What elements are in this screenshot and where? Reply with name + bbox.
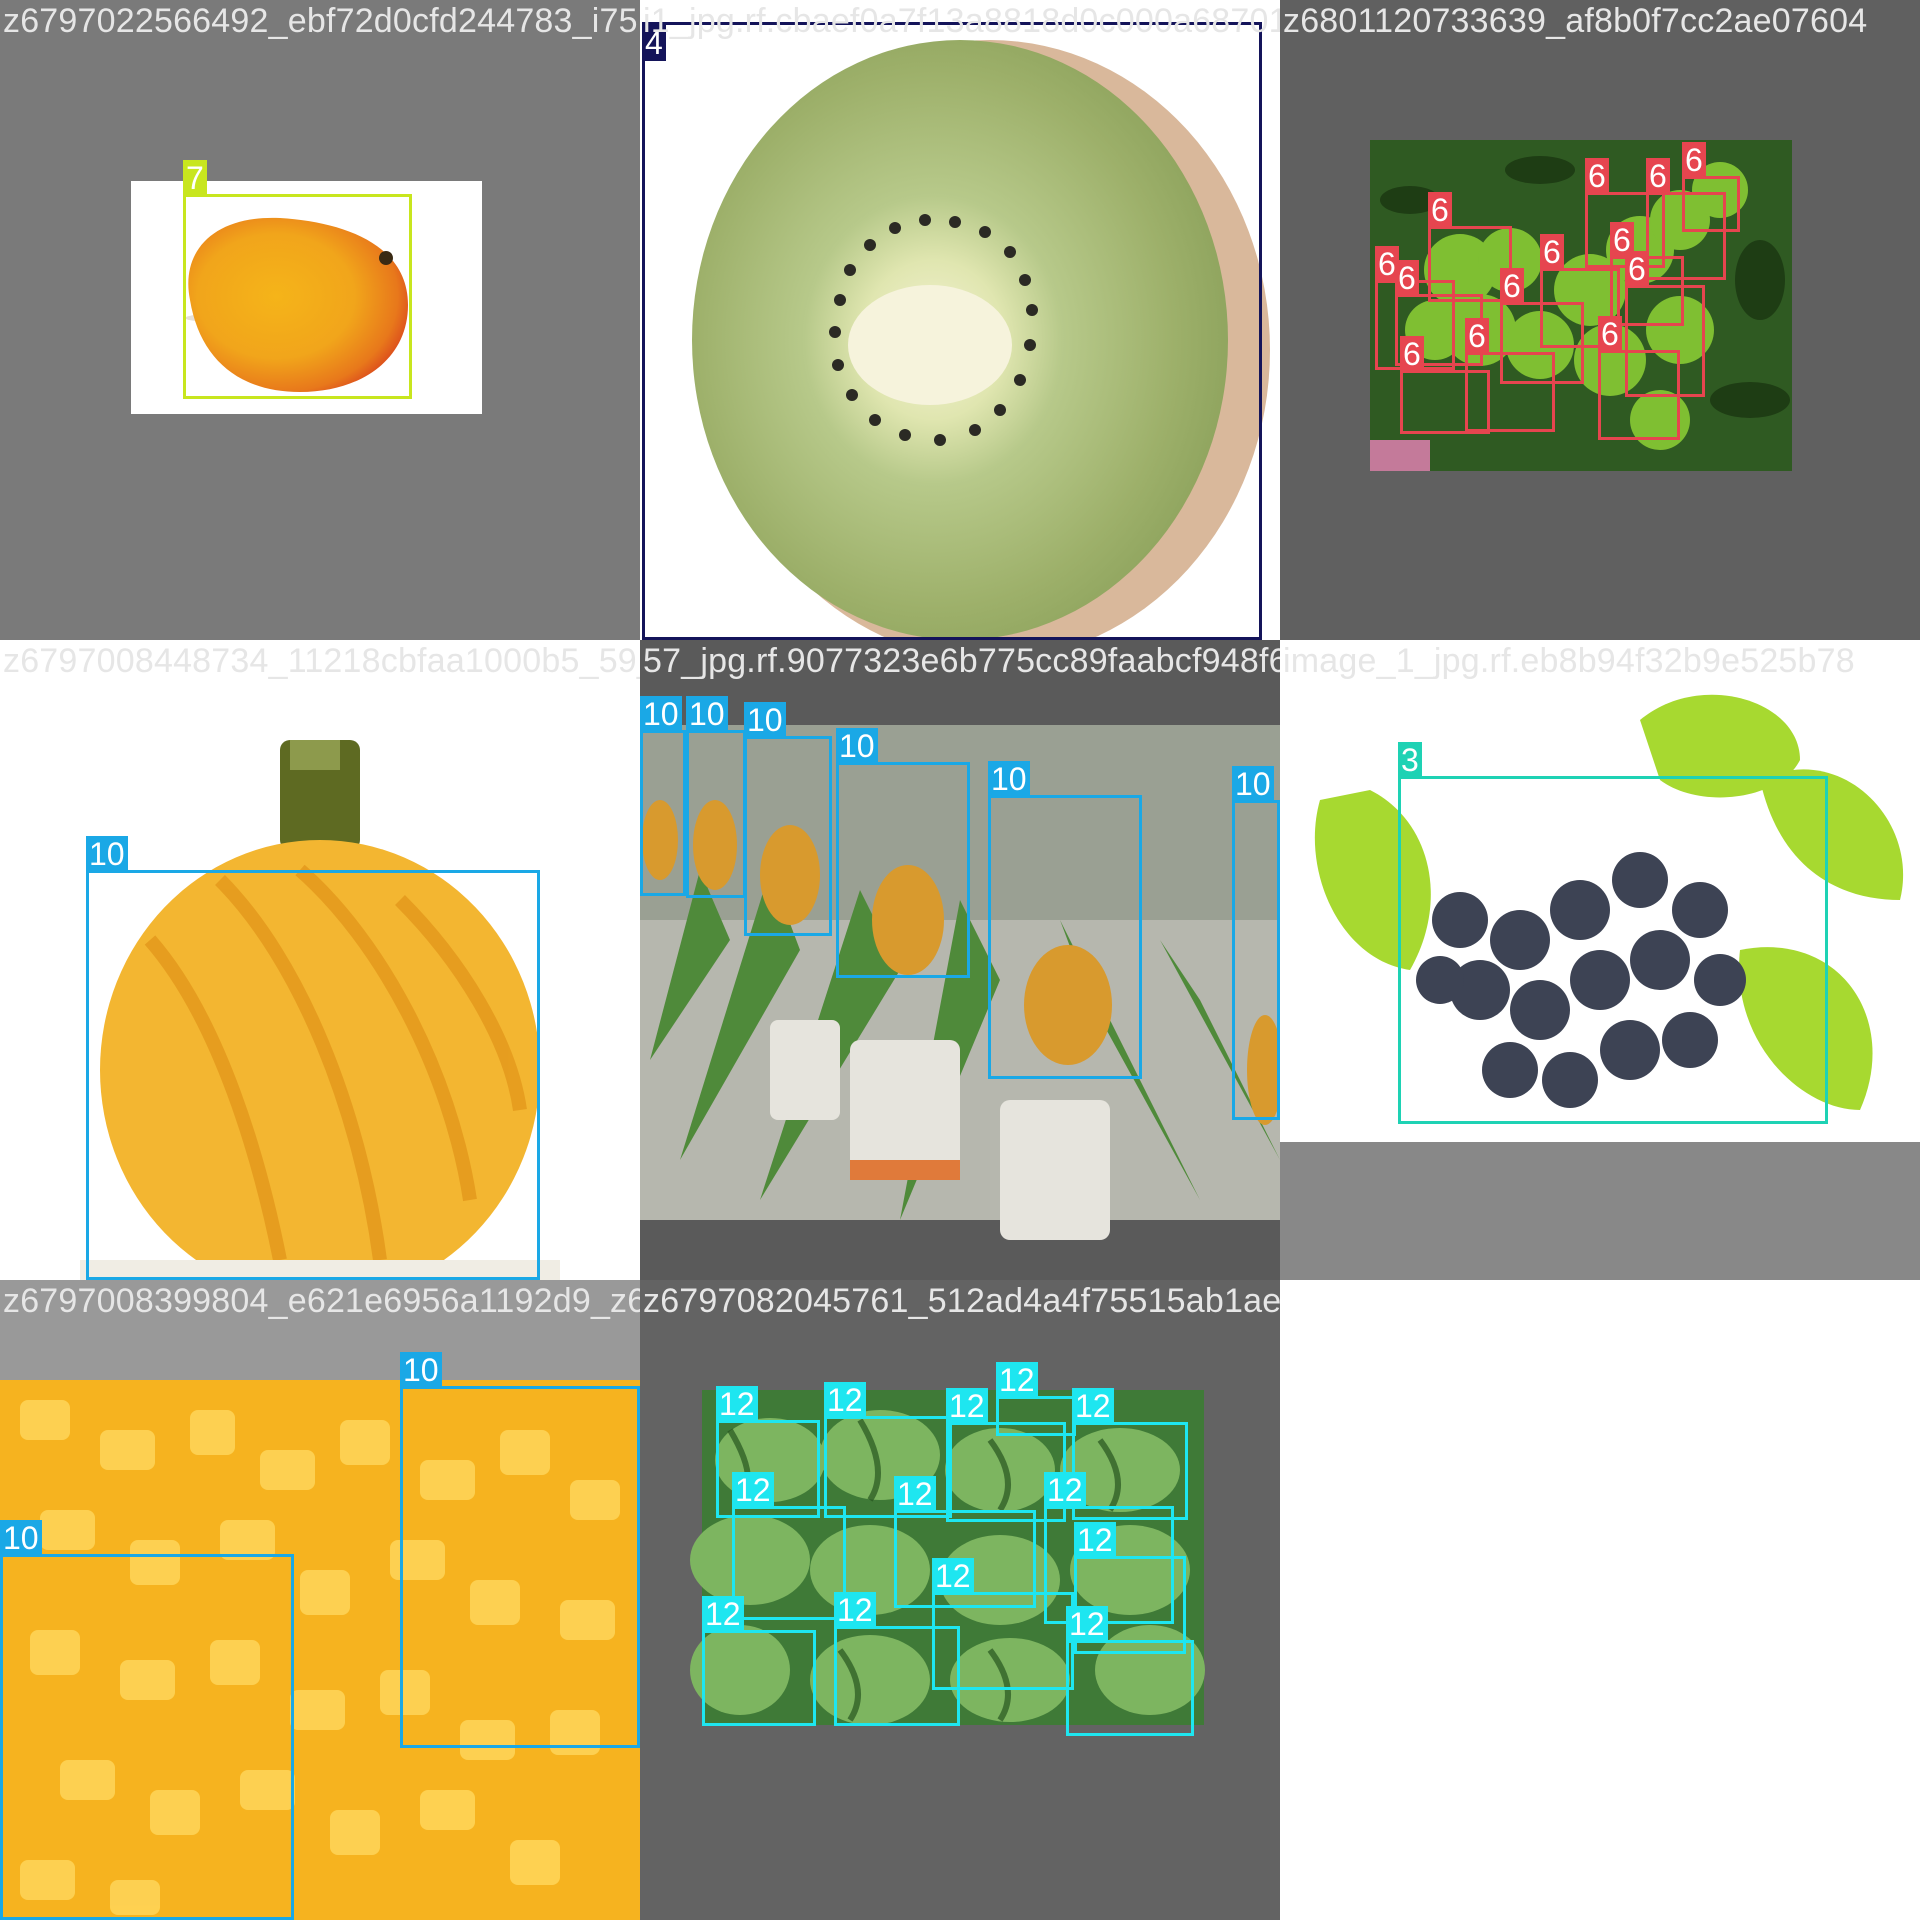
bbox-pineapple: 10 (1232, 766, 1280, 1120)
tile-pineapple-chunks: z6797008399804_e621e6956a1192d9_z6797082… (0, 1280, 640, 1920)
bbox-watermelon: 12 (702, 1596, 816, 1726)
class-label: 12 (732, 1472, 774, 1508)
bbox-lime: 6 (1682, 142, 1740, 232)
class-label: 10 (400, 1352, 442, 1388)
class-label: 10 (640, 696, 682, 732)
bbox-lime: 6 (1400, 336, 1490, 434)
tile-mango: z6797022566492_ebf72d0cfd244783_i75i2_jp… (0, 0, 640, 640)
bbox-pineapple: 10 (988, 761, 1142, 1079)
class-label: 6 (1646, 158, 1670, 194)
class-label: 7 (183, 160, 207, 196)
class-label: 12 (716, 1386, 758, 1422)
bbox-pineapple: 10 (86, 836, 540, 1280)
class-label: 4 (642, 25, 666, 61)
tile-pineapple-pots: 57_jpg.rf.9077323e6b775cc89faabcf948f66d… (640, 640, 1280, 1280)
class-label: 10 (988, 761, 1030, 797)
class-label: 6 (1598, 316, 1622, 352)
tile-lime: z6801120733639_af8b0f7cc2ae07604 6 6 6 6… (1280, 0, 1920, 640)
bbox-watermelon: 12 (996, 1362, 1076, 1436)
class-label: 12 (834, 1592, 876, 1628)
class-label: 12 (1072, 1388, 1114, 1424)
class-label: 6 (1540, 234, 1564, 270)
tile-grape: image_1_jpg.rf.eb8b94f32b9e525b78 3 (1280, 640, 1920, 1280)
class-label: 6 (1585, 158, 1609, 194)
class-label: 6 (1682, 142, 1706, 178)
class-label: 6 (1465, 318, 1489, 354)
bbox-pineapple: 10 (640, 696, 686, 896)
class-label: 10 (686, 696, 728, 732)
bbox-pineapple: 10 (836, 728, 970, 978)
class-label: 12 (1074, 1522, 1116, 1558)
class-label: 12 (1044, 1472, 1086, 1508)
class-label: 12 (824, 1382, 866, 1418)
bbox-watermelon: 12 (1066, 1606, 1194, 1736)
empty-tile (1280, 1280, 1920, 1920)
class-label: 10 (836, 728, 878, 764)
tile-pineapple-peeled: z6797008448734_11218cbfaa1000b5_59_jpg.r… (0, 640, 640, 1280)
class-label: 12 (996, 1362, 1038, 1398)
class-label: 12 (946, 1388, 988, 1424)
class-label: 6 (1395, 260, 1419, 296)
class-label: 10 (1232, 766, 1274, 802)
class-label: 12 (932, 1558, 974, 1594)
class-label: 12 (894, 1476, 936, 1512)
bbox-watermelon: 12 (732, 1472, 846, 1620)
bbox-grape: 3 (1398, 742, 1828, 1124)
class-label: 3 (1398, 742, 1422, 778)
bbox-kiwi: 4 (642, 22, 1262, 640)
class-label: 10 (86, 836, 128, 872)
bbox-watermelon: 12 (834, 1592, 960, 1726)
bbox-pineapple: 10 (0, 1520, 294, 1920)
bbox-pineapple: 10 (686, 696, 746, 898)
tile-watermelon: z6797082045761_512ad4a4f75515ab1ae4e3b47… (640, 1280, 1280, 1920)
class-label: 6 (1428, 192, 1452, 228)
bbox-lime: 6 (1598, 316, 1680, 440)
class-label: 6 (1500, 268, 1524, 304)
class-label: 10 (744, 702, 786, 738)
tile-kiwi: i1_jpg.rf.cbaef0a7f13a8818d0c000a687011 … (640, 0, 1280, 640)
class-label: 6 (1625, 251, 1649, 287)
class-label: 10 (0, 1520, 42, 1556)
bbox-pineapple: 10 (744, 702, 832, 936)
class-label: 12 (1066, 1606, 1108, 1642)
bbox-pineapple: 10 (400, 1352, 640, 1748)
class-label: 12 (702, 1596, 744, 1632)
bbox-mango: 7 (183, 160, 412, 399)
class-label: 6 (1400, 336, 1424, 372)
